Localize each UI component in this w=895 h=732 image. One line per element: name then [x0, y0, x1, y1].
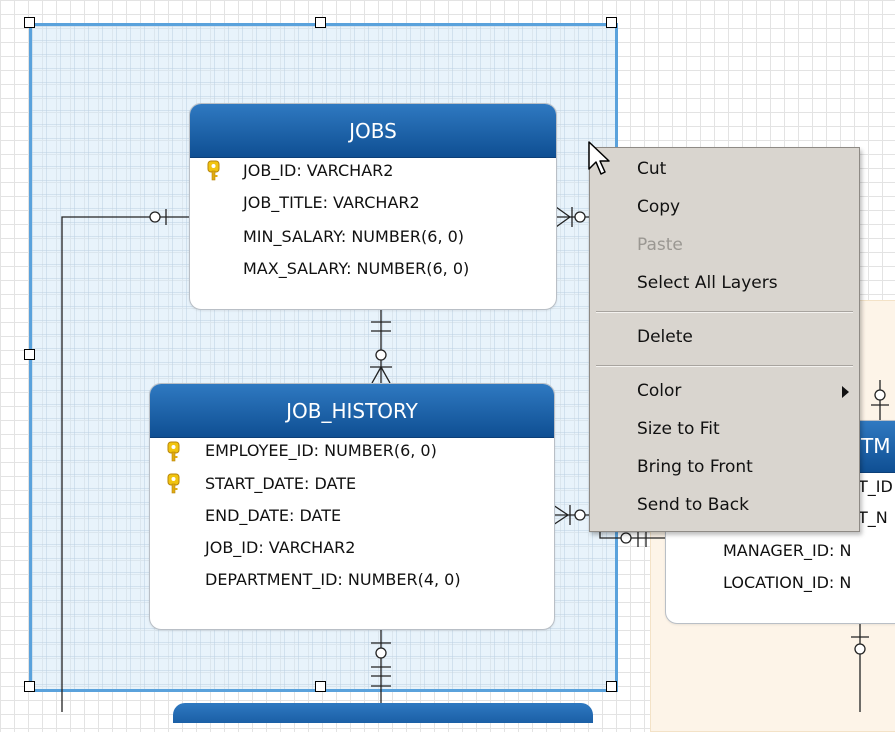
attribute-row: T_N: [858, 508, 888, 527]
menu-item-paste[interactable]: Paste: [590, 228, 859, 262]
menu-item-color[interactable]: Color: [590, 374, 859, 408]
resize-handle-bottom[interactable]: [315, 681, 326, 692]
attribute-row: JOB_ID: VARCHAR2: [205, 538, 356, 557]
key-icon: [207, 160, 220, 181]
context-menu: Cut Copy Paste Select All Layers Delete …: [589, 147, 860, 532]
menu-item-size-to-fit[interactable]: Size to Fit: [590, 412, 859, 446]
key-icon: [167, 473, 180, 494]
mouse-pointer-icon: [588, 141, 610, 175]
menu-item-copy[interactable]: Copy: [590, 190, 859, 224]
resize-handle-top-right[interactable]: [606, 17, 617, 28]
attribute-row: END_DATE: DATE: [205, 506, 342, 525]
menu-item-label: Color: [637, 381, 682, 401]
key-icon: [167, 441, 180, 462]
attribute-row: EMPLOYEE_ID: NUMBER(6, 0): [205, 441, 437, 460]
menu-separator: [596, 365, 853, 367]
entity-title: JOB_HISTORY: [150, 384, 554, 438]
resize-handle-bottom-right[interactable]: [606, 681, 617, 692]
menu-item-bring-to-front[interactable]: Bring to Front: [590, 450, 859, 484]
chevron-right-icon: [842, 386, 849, 398]
menu-item-delete[interactable]: Delete: [590, 320, 859, 354]
attribute-row: DEPARTMENT_ID: NUMBER(4, 0): [205, 570, 461, 589]
entity-partial-bottom[interactable]: [173, 703, 593, 723]
attribute-row: MAX_SALARY: NUMBER(6, 0): [243, 259, 470, 278]
menu-item-cut[interactable]: Cut: [590, 152, 859, 186]
entity-title: JOBS: [190, 104, 556, 158]
menu-item-select-all-layers[interactable]: Select All Layers: [590, 266, 859, 300]
menu-separator: [596, 311, 853, 313]
attribute-row: MANAGER_ID: N: [723, 541, 852, 560]
attribute-row: T_ID: [858, 477, 893, 496]
resize-handle-top-left[interactable]: [24, 17, 35, 28]
attribute-row: START_DATE: DATE: [205, 474, 357, 493]
resize-handle-left[interactable]: [24, 349, 35, 360]
attribute-row: JOB_TITLE: VARCHAR2: [243, 193, 420, 212]
resize-handle-top[interactable]: [315, 17, 326, 28]
attribute-row: LOCATION_ID: N: [723, 573, 852, 592]
resize-handle-bottom-left[interactable]: [24, 681, 35, 692]
menu-item-send-to-back[interactable]: Send to Back: [590, 488, 859, 522]
attribute-row: JOB_ID: VARCHAR2: [243, 161, 394, 180]
attribute-row: MIN_SALARY: NUMBER(6, 0): [243, 227, 465, 246]
